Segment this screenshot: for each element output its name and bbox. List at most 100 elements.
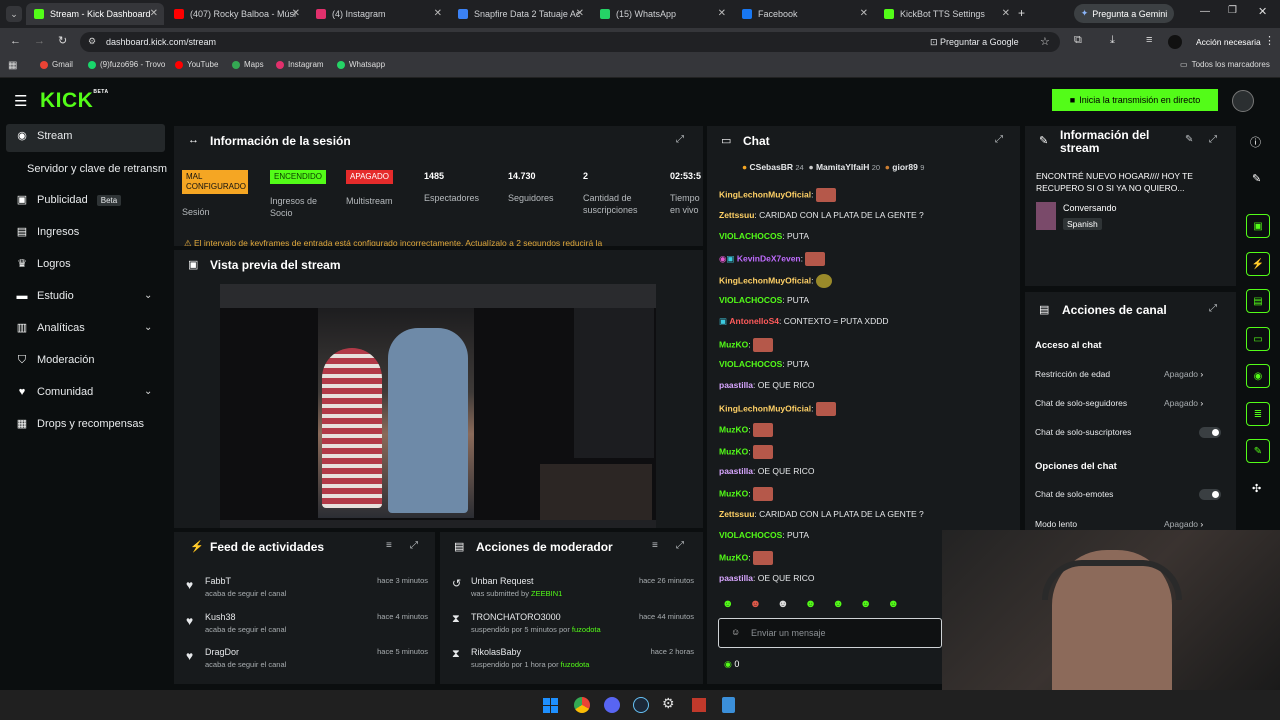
menu-icon[interactable]: ⋮: [1264, 34, 1275, 47]
ask-google-button[interactable]: ⊡ Preguntar a Google: [930, 37, 1019, 48]
expand-icon[interactable]: ⤢: [410, 540, 418, 551]
tab-search-icon[interactable]: ⌄: [6, 6, 22, 22]
emote-icon[interactable]: ☻: [887, 598, 899, 612]
edit-icon[interactable]: ✎: [1185, 134, 1193, 145]
expand-icon[interactable]: ⤢: [676, 134, 684, 145]
bookmark-youtube[interactable]: YouTube: [175, 60, 218, 69]
chevron-down-icon[interactable]: ⌄: [144, 290, 152, 301]
sidebar-item-server-key[interactable]: Servidor y clave de retransm: [27, 163, 167, 175]
bookmark-gmail[interactable]: Gmail: [40, 60, 73, 69]
sidebar-item-community[interactable]: ♥ Comunidad: [16, 386, 94, 398]
wrench-icon[interactable]: ✎: [1246, 439, 1270, 463]
maximize-icon[interactable]: ❐: [1228, 5, 1237, 16]
puzzle-icon[interactable]: ✣: [1252, 482, 1261, 495]
emotes-only-toggle[interactable]: [1199, 489, 1221, 500]
media-icon[interactable]: ≡: [1146, 34, 1152, 46]
close-icon[interactable]: ✕: [718, 8, 726, 19]
sidebar-item-studio[interactable]: ▬ Estudio: [16, 290, 74, 302]
all-bookmarks[interactable]: ▭ Todos los marcadores: [1180, 60, 1270, 69]
close-window-icon[interactable]: ✕: [1258, 5, 1267, 18]
emote-icon[interactable]: ☻: [805, 598, 817, 612]
emote-icon[interactable]: ☻: [750, 598, 762, 612]
sidebar-item-drops[interactable]: ▦ Drops y recompensas: [16, 418, 144, 430]
close-icon[interactable]: ✕: [1002, 8, 1010, 19]
tab-facebook[interactable]: Facebook ✕: [734, 3, 874, 25]
chat-bubble-icon[interactable]: ▭: [1246, 327, 1270, 351]
expand-icon[interactable]: ⤢: [1209, 303, 1217, 314]
windows-start-icon[interactable]: [543, 698, 558, 713]
settings-app-icon[interactable]: ⚙: [662, 695, 675, 712]
close-icon[interactable]: ✕: [576, 8, 584, 19]
tab-youtube[interactable]: (407) Rocky Balboa - Músi ✕: [166, 3, 306, 25]
bookmark-whatsapp[interactable]: Whatsapp: [337, 60, 385, 69]
chevron-down-icon[interactable]: ⌄: [144, 322, 152, 333]
clipboard-icon[interactable]: ▤: [1246, 289, 1270, 313]
chrome-icon[interactable]: [574, 697, 590, 713]
action-required-button[interactable]: Acción necesaria: [1196, 37, 1261, 47]
subscribers-only-toggle[interactable]: [1199, 427, 1221, 438]
site-info-icon[interactable]: ⚙: [88, 36, 96, 47]
download-icon[interactable]: ⤓: [1110, 34, 1115, 47]
close-icon[interactable]: ✕: [860, 8, 868, 19]
minimize-icon[interactable]: —: [1200, 6, 1210, 17]
scene-icon[interactable]: ▣: [1246, 214, 1270, 238]
close-icon[interactable]: ✕: [292, 8, 300, 19]
apps-icon[interactable]: ▦: [8, 60, 17, 71]
expand-icon[interactable]: ⤢: [1209, 134, 1217, 145]
chat-input[interactable]: ☺ Enviar un mensaje: [718, 618, 942, 648]
new-tab-button[interactable]: +: [1018, 6, 1025, 20]
age-restriction-setting[interactable]: Apagado ›: [1164, 369, 1203, 379]
expand-icon[interactable]: ⤢: [995, 134, 1003, 145]
notes-icon[interactable]: [722, 697, 735, 713]
emoji-icon[interactable]: ☺: [731, 627, 740, 637]
emote-picker-row[interactable]: ☻ ☻ ☻ ☻ ☻ ☻ ☻: [722, 598, 942, 612]
broadcast-icon[interactable]: ◉: [1246, 364, 1270, 388]
points-indicator[interactable]: ◉ 0: [724, 659, 739, 670]
tab-snapfire[interactable]: Snapfire Data 2 Tatuaje Ac ✕: [450, 3, 590, 25]
tab-kickbot[interactable]: KickBot TTS Settings ✕: [876, 3, 1016, 25]
pencil-icon[interactable]: ✎: [1252, 172, 1261, 185]
sidebar-item-income[interactable]: ▤ Ingresos: [16, 226, 79, 238]
expand-icon[interactable]: ⤢: [676, 540, 684, 551]
layers-icon[interactable]: ≣: [1246, 402, 1270, 426]
emote-icon[interactable]: ☻: [777, 598, 789, 612]
chevron-down-icon[interactable]: ⌄: [144, 386, 152, 397]
hamburger-icon[interactable]: ☰: [14, 92, 27, 110]
close-icon[interactable]: ✕: [150, 8, 158, 19]
forward-icon[interactable]: →: [34, 35, 45, 47]
user-avatar[interactable]: [1232, 90, 1254, 112]
star-icon[interactable]: ☆: [1040, 35, 1050, 48]
steam-icon[interactable]: [633, 697, 649, 713]
slow-mode-setting[interactable]: Apagado ›: [1164, 519, 1203, 529]
tab-kick-dashboard[interactable]: Stream - Kick Dashboard ✕: [26, 3, 164, 25]
emote-icon[interactable]: ☻: [832, 598, 844, 612]
filter-icon[interactable]: ≡: [386, 540, 392, 551]
bookmark-trovo[interactable]: (9)fuzo696 - Trovo: [88, 60, 165, 69]
go-live-button[interactable]: ■ Inicia la transmisión en directo: [1052, 89, 1218, 111]
back-icon[interactable]: ←: [10, 35, 21, 47]
tab-instagram[interactable]: (4) Instagram ✕: [308, 3, 448, 25]
extensions-icon[interactable]: ⧉: [1074, 34, 1082, 47]
category-name[interactable]: Conversando: [1063, 203, 1117, 213]
tab-whatsapp[interactable]: (15) WhatsApp ✕: [592, 3, 732, 25]
sidebar-item-stream-label[interactable]: ◉ Stream: [16, 130, 72, 142]
bolt-icon[interactable]: ⚡: [1246, 252, 1270, 276]
discord-icon[interactable]: [604, 697, 620, 713]
profile-avatar[interactable]: [1168, 35, 1182, 49]
gemini-button[interactable]: ✦ Pregunta a Gemini: [1074, 4, 1174, 23]
stream-video[interactable]: [220, 284, 656, 528]
url-bar[interactable]: ⚙ dashboard.kick.com/stream ⊡ Preguntar …: [80, 32, 1060, 52]
app-icon[interactable]: [692, 698, 706, 712]
followers-only-setting[interactable]: Apagado ›: [1164, 398, 1203, 408]
filter-icon[interactable]: ≡: [652, 540, 658, 551]
sidebar-item-analytics[interactable]: ▥ Analíticas: [16, 322, 85, 334]
sidebar-item-moderation[interactable]: ⛉ Moderación: [16, 354, 95, 366]
info-icon[interactable]: ⓘ: [1250, 134, 1261, 150]
sidebar-item-ads[interactable]: ▣ Publicidad Beta: [16, 194, 122, 206]
bookmark-instagram[interactable]: Instagram: [276, 60, 324, 69]
emote-icon[interactable]: ☻: [860, 598, 872, 612]
sidebar-item-achievements[interactable]: ♛ Logros: [16, 258, 71, 270]
close-icon[interactable]: ✕: [434, 8, 442, 19]
emote-icon[interactable]: ☻: [722, 598, 734, 612]
kick-logo[interactable]: KICKBETA: [40, 89, 109, 113]
